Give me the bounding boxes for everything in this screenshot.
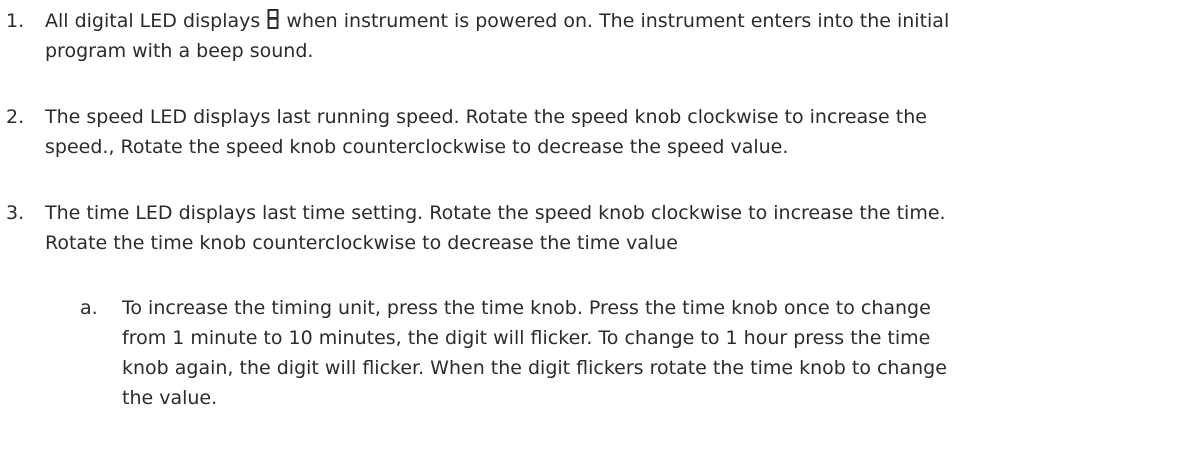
list-item-line: Rotate the time knob counterclockwise to…	[45, 232, 678, 254]
list-item-number: 2.	[6, 106, 25, 128]
list-item-text: The time LED displays last time setting.…	[45, 198, 1195, 258]
list-item-number: 1.	[6, 10, 25, 32]
text-segment: when instrument is powered on. The instr…	[280, 10, 950, 32]
list-item-text: All digital LED displays when instrument…	[45, 6, 1195, 66]
list-item-line: The time LED displays last time setting.…	[45, 202, 946, 224]
list-item-text: The speed LED displays last running spee…	[45, 102, 1195, 162]
text-segment: All digital LED displays	[45, 10, 267, 32]
sub-list-item-letter: a.	[80, 297, 98, 319]
list-item-line: The speed LED displays last running spee…	[45, 106, 927, 128]
sub-list-item-line: To increase the timing unit, press the t…	[122, 297, 931, 319]
seven-segment-8-icon	[267, 9, 279, 29]
list-item-number: 3.	[6, 202, 25, 224]
sub-list-item-line: the value.	[122, 387, 218, 409]
document-page: 1. All digital LED displays when instrum…	[0, 0, 1202, 458]
list-item-line: speed., Rotate the speed knob counterclo…	[45, 136, 789, 158]
sub-list-item-line: knob again, the digit will flicker. When…	[122, 357, 947, 379]
list-item-line: All digital LED displays when instrument…	[45, 6, 1195, 36]
sub-list-item-line: from 1 minute to 10 minutes, the digit w…	[122, 327, 931, 349]
sub-list-item-text: To increase the timing unit, press the t…	[122, 293, 1197, 413]
list-item-line: program with a beep sound.	[45, 40, 314, 62]
